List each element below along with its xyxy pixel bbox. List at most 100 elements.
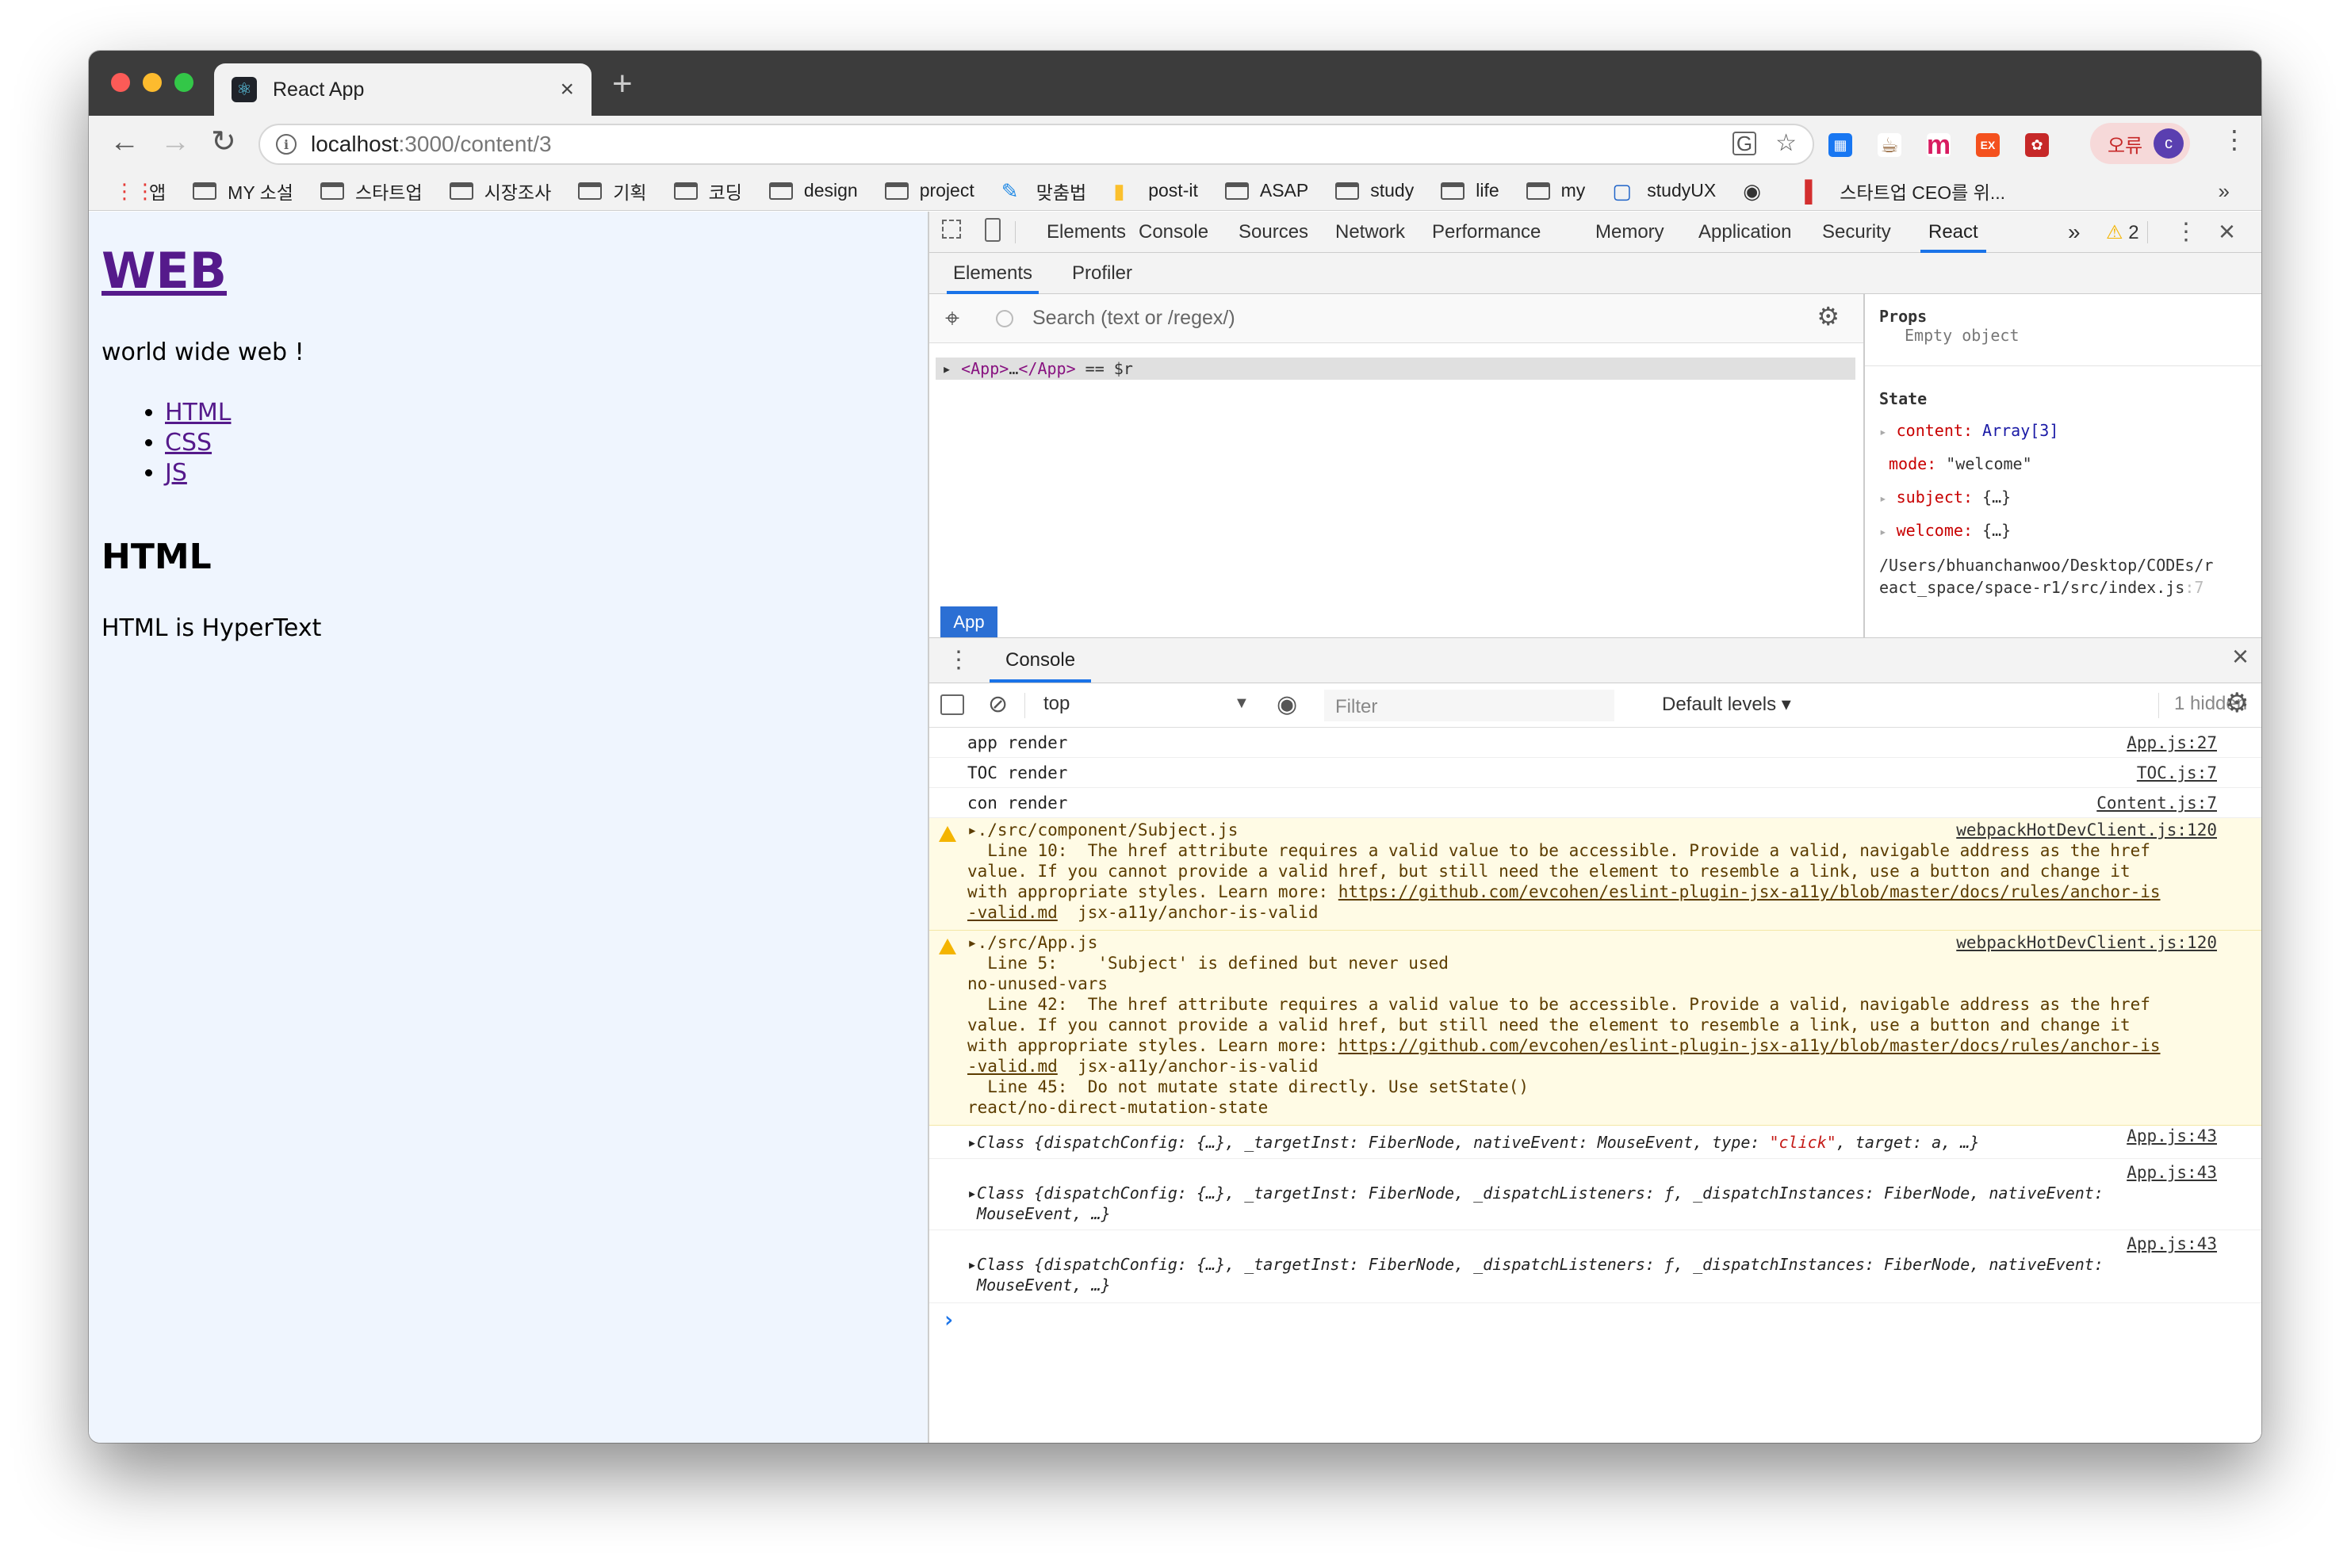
bookmark-item[interactable]: design [768, 180, 858, 201]
minimize-window-button[interactable] [143, 73, 162, 92]
star-icon[interactable]: ☆ [1775, 132, 1797, 155]
bookmark-item[interactable]: ▮ post-it [1113, 180, 1198, 201]
tab-application[interactable]: Application [1698, 212, 1791, 253]
subtab-profiler[interactable]: Profiler [1072, 253, 1132, 294]
bookmark-item[interactable]: ✎ 맞춤법 [1001, 178, 1086, 205]
inspect-element-icon[interactable] [942, 220, 961, 239]
chevron-down-icon[interactable]: ▼ [1234, 694, 1250, 713]
ex-extension-icon[interactable]: EX [1976, 133, 2000, 157]
puzzle-extension-icon[interactable]: ✿ [2025, 133, 2049, 157]
bookmark-item[interactable]: ▌ 스타트업 CEO를 위... [1805, 178, 2005, 205]
drawer-menu-icon[interactable]: ⋮ [947, 646, 971, 674]
target-icon[interactable]: ⌖ [945, 305, 959, 331]
state-entry[interactable]: ▸ welcome: {…} [1879, 521, 2011, 540]
component-source[interactable]: /Users/bhuanchanwoo/Desktop/CODEs/r eact_… [1879, 554, 2213, 599]
tab-network[interactable]: Network [1335, 212, 1405, 253]
m-extension-icon[interactable]: m [1927, 130, 1951, 160]
source-link[interactable]: App.js:43 [2127, 1233, 2217, 1254]
drawer-tab-console[interactable]: Console [990, 638, 1092, 683]
bookmark-item[interactable]: 스타트업 [320, 178, 423, 205]
context-selector[interactable]: top [1043, 693, 1070, 715]
profile-error-button[interactable]: 오류 c [2090, 123, 2190, 164]
state-entry[interactable]: mode: "welcome" [1879, 454, 2032, 473]
tab-sources[interactable]: Sources [1239, 212, 1308, 253]
coffee-extension-icon[interactable]: ☕ [1878, 133, 1901, 157]
source-link[interactable]: TOC.js:7 [2137, 763, 2217, 783]
console-object[interactable]: App.js:43 ▸Class {dispatchConfig: {…}, _… [929, 1230, 2261, 1303]
docs-link[interactable]: -valid.md [967, 903, 1058, 922]
bookmark-item[interactable]: MY 소설 [193, 178, 293, 205]
filter-input[interactable]: Filter [1324, 690, 1614, 721]
sidebar-toggle-icon[interactable] [940, 694, 964, 715]
docs-link[interactable]: -valid.md [967, 1057, 1058, 1076]
tree-row-app[interactable]: ▸ <App>…</App> == $r [936, 358, 1855, 380]
toc-link-js[interactable]: JS [165, 459, 187, 487]
forward-icon[interactable]: → [160, 127, 190, 157]
console-warning[interactable]: ▸./src/App.js Line 5: 'Subject' is defin… [929, 931, 2261, 1126]
tab-console[interactable]: Console [1139, 212, 1208, 253]
bookmark-item[interactable]: my [1526, 180, 1585, 201]
browser-menu-icon[interactable]: ⋮ [2222, 127, 2247, 152]
bookmark-item[interactable]: 기획 [578, 178, 647, 205]
devtools-menu-icon[interactable]: ⋮ [2174, 218, 2198, 246]
source-link[interactable]: webpackHotDevClient.js:120 [1956, 820, 2217, 840]
selected-component-badge[interactable]: App [940, 606, 997, 638]
address-bar[interactable]: i localhost:3000/content/3 G ☆ [258, 124, 1814, 165]
new-tab-icon[interactable]: + [612, 67, 633, 101]
bookmark-item[interactable]: study [1335, 180, 1414, 201]
more-tabs-icon[interactable]: » [2068, 212, 2081, 253]
close-drawer-icon[interactable]: × [2232, 640, 2249, 673]
bookmark-item[interactable]: 시장조사 [449, 178, 551, 205]
info-icon[interactable]: i [276, 134, 297, 155]
close-devtools-icon[interactable]: × [2219, 215, 2235, 248]
back-icon[interactable]: ← [109, 127, 140, 157]
tab-performance[interactable]: Performance [1432, 212, 1541, 253]
translate-icon[interactable]: G [1732, 132, 1757, 155]
source-link[interactable]: App.js:43 [2127, 1126, 2217, 1146]
bookmark-item[interactable]: ▢ studyUX [1612, 180, 1716, 201]
bookmark-item[interactable]: ASAP [1224, 180, 1308, 201]
bookmark-item[interactable]: 코딩 [673, 178, 742, 205]
console-object[interactable]: ▸Class {dispatchConfig: {…}, _targetInst… [929, 1126, 2261, 1159]
console-settings-icon[interactable]: ⚙ [2225, 690, 2249, 717]
trello-extension-icon[interactable]: ▦ [1828, 133, 1852, 157]
bookmark-item[interactable]: project [884, 180, 974, 201]
console-prompt[interactable]: › [942, 1306, 955, 1333]
reload-icon[interactable]: ↻ [211, 127, 236, 157]
close-window-button[interactable] [111, 73, 130, 92]
page-title[interactable]: WEB [101, 242, 227, 300]
state-entry[interactable]: ▸ content: Array[3] [1879, 421, 2058, 440]
source-link[interactable]: webpackHotDevClient.js:120 [1956, 932, 2217, 953]
search-input[interactable]: Search (text or /regex/) [1032, 307, 1235, 330]
more-bookmarks-icon[interactable]: » [2219, 179, 2230, 204]
tab-memory[interactable]: Memory [1595, 212, 1664, 253]
expand-triangle-icon[interactable]: ▸ [1879, 524, 1887, 539]
expand-triangle-icon[interactable]: ▸ [1879, 424, 1887, 439]
toc-link-html[interactable]: HTML [165, 399, 231, 426]
source-link[interactable]: App.js:43 [2127, 1162, 2217, 1183]
log-levels-dropdown[interactable]: Default levels ▾ [1662, 693, 1791, 716]
subtab-elements[interactable]: Elements [947, 253, 1039, 294]
zoom-window-button[interactable] [174, 73, 193, 92]
close-tab-icon[interactable]: × [560, 78, 574, 101]
source-link[interactable]: Content.js:7 [2096, 793, 2217, 813]
tab-react[interactable]: React [1920, 212, 1986, 253]
console-object[interactable]: App.js:43 ▸Class {dispatchConfig: {…}, _… [929, 1159, 2261, 1230]
toc-link-css[interactable]: CSS [165, 429, 212, 457]
bookmark-item[interactable]: life [1441, 180, 1499, 201]
expand-triangle-icon[interactable]: ▸ [942, 359, 961, 378]
docs-link[interactable]: https://github.com/evcohen/eslint-plugin… [1338, 1036, 2161, 1055]
warning-counter[interactable]: ⚠ 2 [2106, 221, 2139, 244]
device-toolbar-icon[interactable] [985, 218, 1001, 242]
bookmark-item[interactable]: ◉ [1743, 181, 1778, 201]
tab-security[interactable]: Security [1822, 212, 1891, 253]
browser-tab[interactable]: ⚛ React App × [214, 63, 592, 116]
source-link[interactable]: App.js:27 [2127, 732, 2217, 753]
expand-triangle-icon[interactable]: ▸ [1879, 491, 1887, 506]
tab-elements[interactable]: Elements [1047, 212, 1126, 253]
clear-console-icon[interactable]: ⊘ [988, 693, 1008, 717]
bookmark-item[interactable]: ⋮⋮ 앱 [114, 178, 166, 205]
eye-icon[interactable]: ◉ [1277, 693, 1297, 717]
state-entry[interactable]: ▸ subject: {…} [1879, 488, 2011, 507]
docs-link[interactable]: https://github.com/evcohen/eslint-plugin… [1338, 882, 2161, 901]
